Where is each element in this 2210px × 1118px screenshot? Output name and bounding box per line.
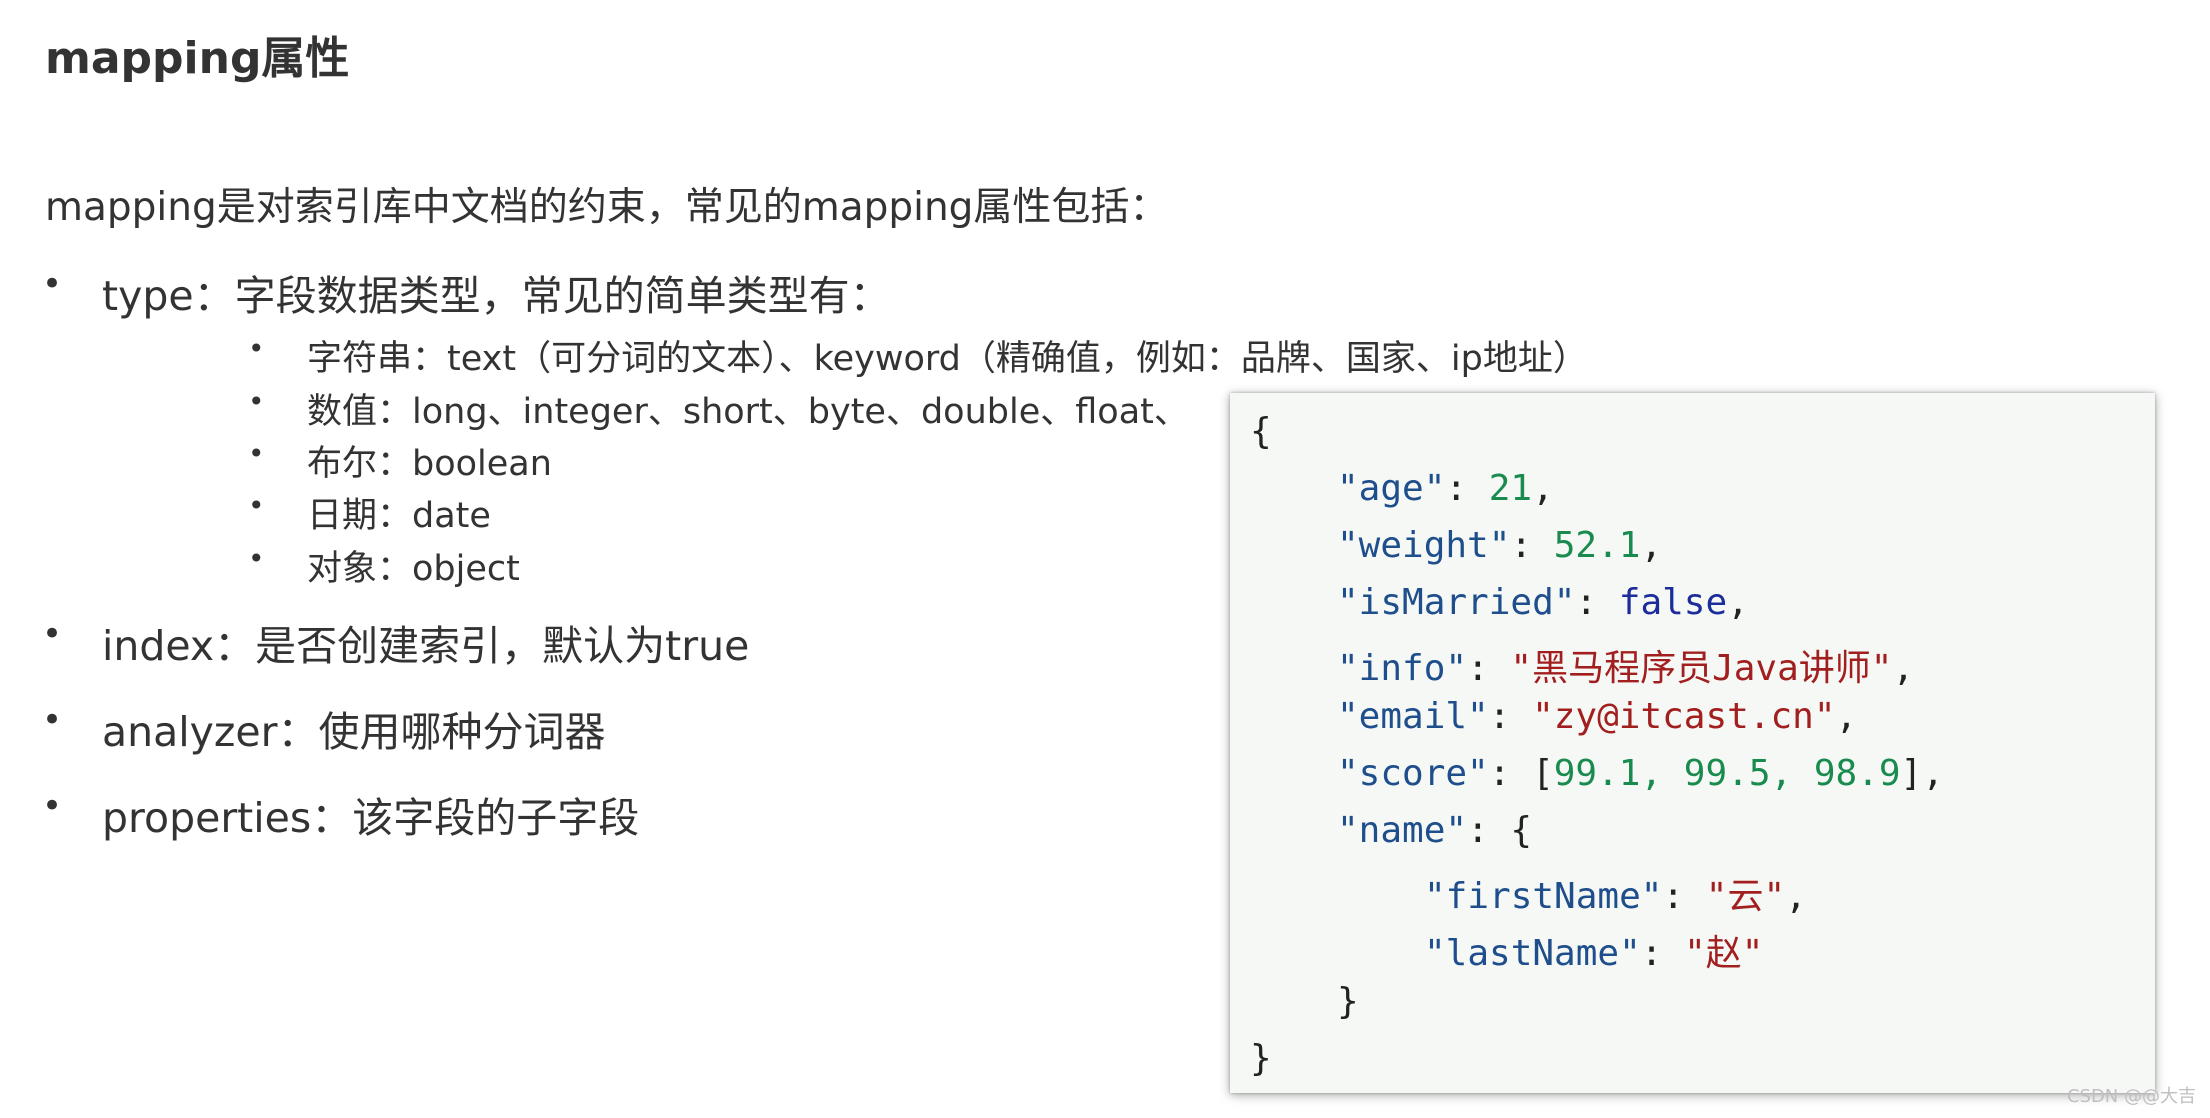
bullet-dot: • bbox=[42, 264, 63, 304]
code-line-inner-close: } bbox=[1337, 981, 1359, 1022]
bullet-dot: • bbox=[248, 542, 265, 575]
bullet-dot: • bbox=[248, 489, 265, 522]
code-key: "info" bbox=[1337, 648, 1468, 689]
bullet-dot: • bbox=[42, 700, 63, 740]
code-key: "name" bbox=[1337, 810, 1468, 851]
code-string-value: "赵" bbox=[1684, 933, 1764, 974]
code-line-lastname: "lastName": "赵" bbox=[1424, 933, 1764, 974]
code-line-married: "isMarried": false, bbox=[1337, 582, 1749, 623]
code-key: "score" bbox=[1337, 753, 1489, 794]
code-line-weight: "weight": 52.1, bbox=[1337, 525, 1663, 566]
code-line-open: { bbox=[1250, 411, 1272, 452]
sub-item-label: 对象：object bbox=[307, 549, 520, 589]
code-key: "age" bbox=[1337, 468, 1446, 509]
list-item-label: analyzer：使用哪种分词器 bbox=[102, 708, 606, 756]
code-key: "lastName" bbox=[1424, 933, 1641, 974]
code-line-firstname: "firstName": "云", bbox=[1424, 876, 1807, 917]
sub-item-label: 字符串：text（可分词的文本）、keyword（精确值，例如：品牌、国家、ip… bbox=[307, 339, 1588, 379]
bullet-dot: • bbox=[42, 614, 63, 654]
code-key: "email" bbox=[1337, 696, 1489, 737]
bullet-dot: • bbox=[248, 437, 265, 470]
code-line-email: "email": "zy@itcast.cn", bbox=[1337, 696, 1858, 737]
bullet-dot: • bbox=[248, 332, 265, 365]
code-key: "firstName" bbox=[1424, 876, 1663, 917]
code-array-values: 99.1, 99.5, 98.9 bbox=[1553, 753, 1901, 794]
code-line-name: "name": { bbox=[1337, 810, 1533, 851]
code-inner-close-brace: } bbox=[1337, 981, 1359, 1022]
intro-text: mapping是对索引库中文档的约束，常见的mapping属性包括： bbox=[45, 185, 1169, 230]
bullet-dot: • bbox=[248, 385, 265, 418]
list-item-label: index：是否创建索引，默认为true bbox=[102, 622, 750, 670]
code-line-close: } bbox=[1250, 1038, 1272, 1079]
list-item-label: type：字段数据类型，常见的简单类型有： bbox=[102, 272, 891, 320]
code-number-value: 21 bbox=[1488, 468, 1533, 509]
bullet-dot: • bbox=[42, 786, 63, 826]
code-key: "weight" bbox=[1337, 525, 1511, 566]
code-line-age: "age": 21, bbox=[1337, 468, 1554, 509]
code-line-score: "score": [99.1, 99.5, 98.9], bbox=[1337, 753, 1944, 794]
code-string-value: "云" bbox=[1705, 876, 1786, 917]
code-string-value: "黑马程序员Java讲师" bbox=[1510, 648, 1893, 689]
sub-item-label: 布尔：boolean bbox=[307, 444, 552, 484]
code-number-value: 52.1 bbox=[1553, 525, 1641, 566]
sub-item-label: 日期：date bbox=[307, 496, 491, 536]
watermark: CSDN @@大吉 bbox=[2066, 1086, 2196, 1107]
code-key: "isMarried" bbox=[1337, 582, 1576, 623]
page-title: mapping属性 bbox=[45, 33, 350, 84]
json-example-code-block: { "age": 21, "weight": 52.1, "isMarried"… bbox=[1230, 393, 2155, 1093]
list-item-label: properties：该字段的子字段 bbox=[102, 794, 640, 842]
code-string-value: "zy@itcast.cn" bbox=[1532, 696, 1836, 737]
sub-item-label: 数值：long、integer、short、byte、double、float、 bbox=[307, 392, 1189, 432]
code-line-info: "info": "黑马程序员Java讲师", bbox=[1337, 648, 1915, 689]
code-boolean-value: false bbox=[1618, 582, 1728, 623]
code-open-brace: { bbox=[1250, 411, 1272, 452]
code-close-brace: } bbox=[1250, 1038, 1272, 1079]
